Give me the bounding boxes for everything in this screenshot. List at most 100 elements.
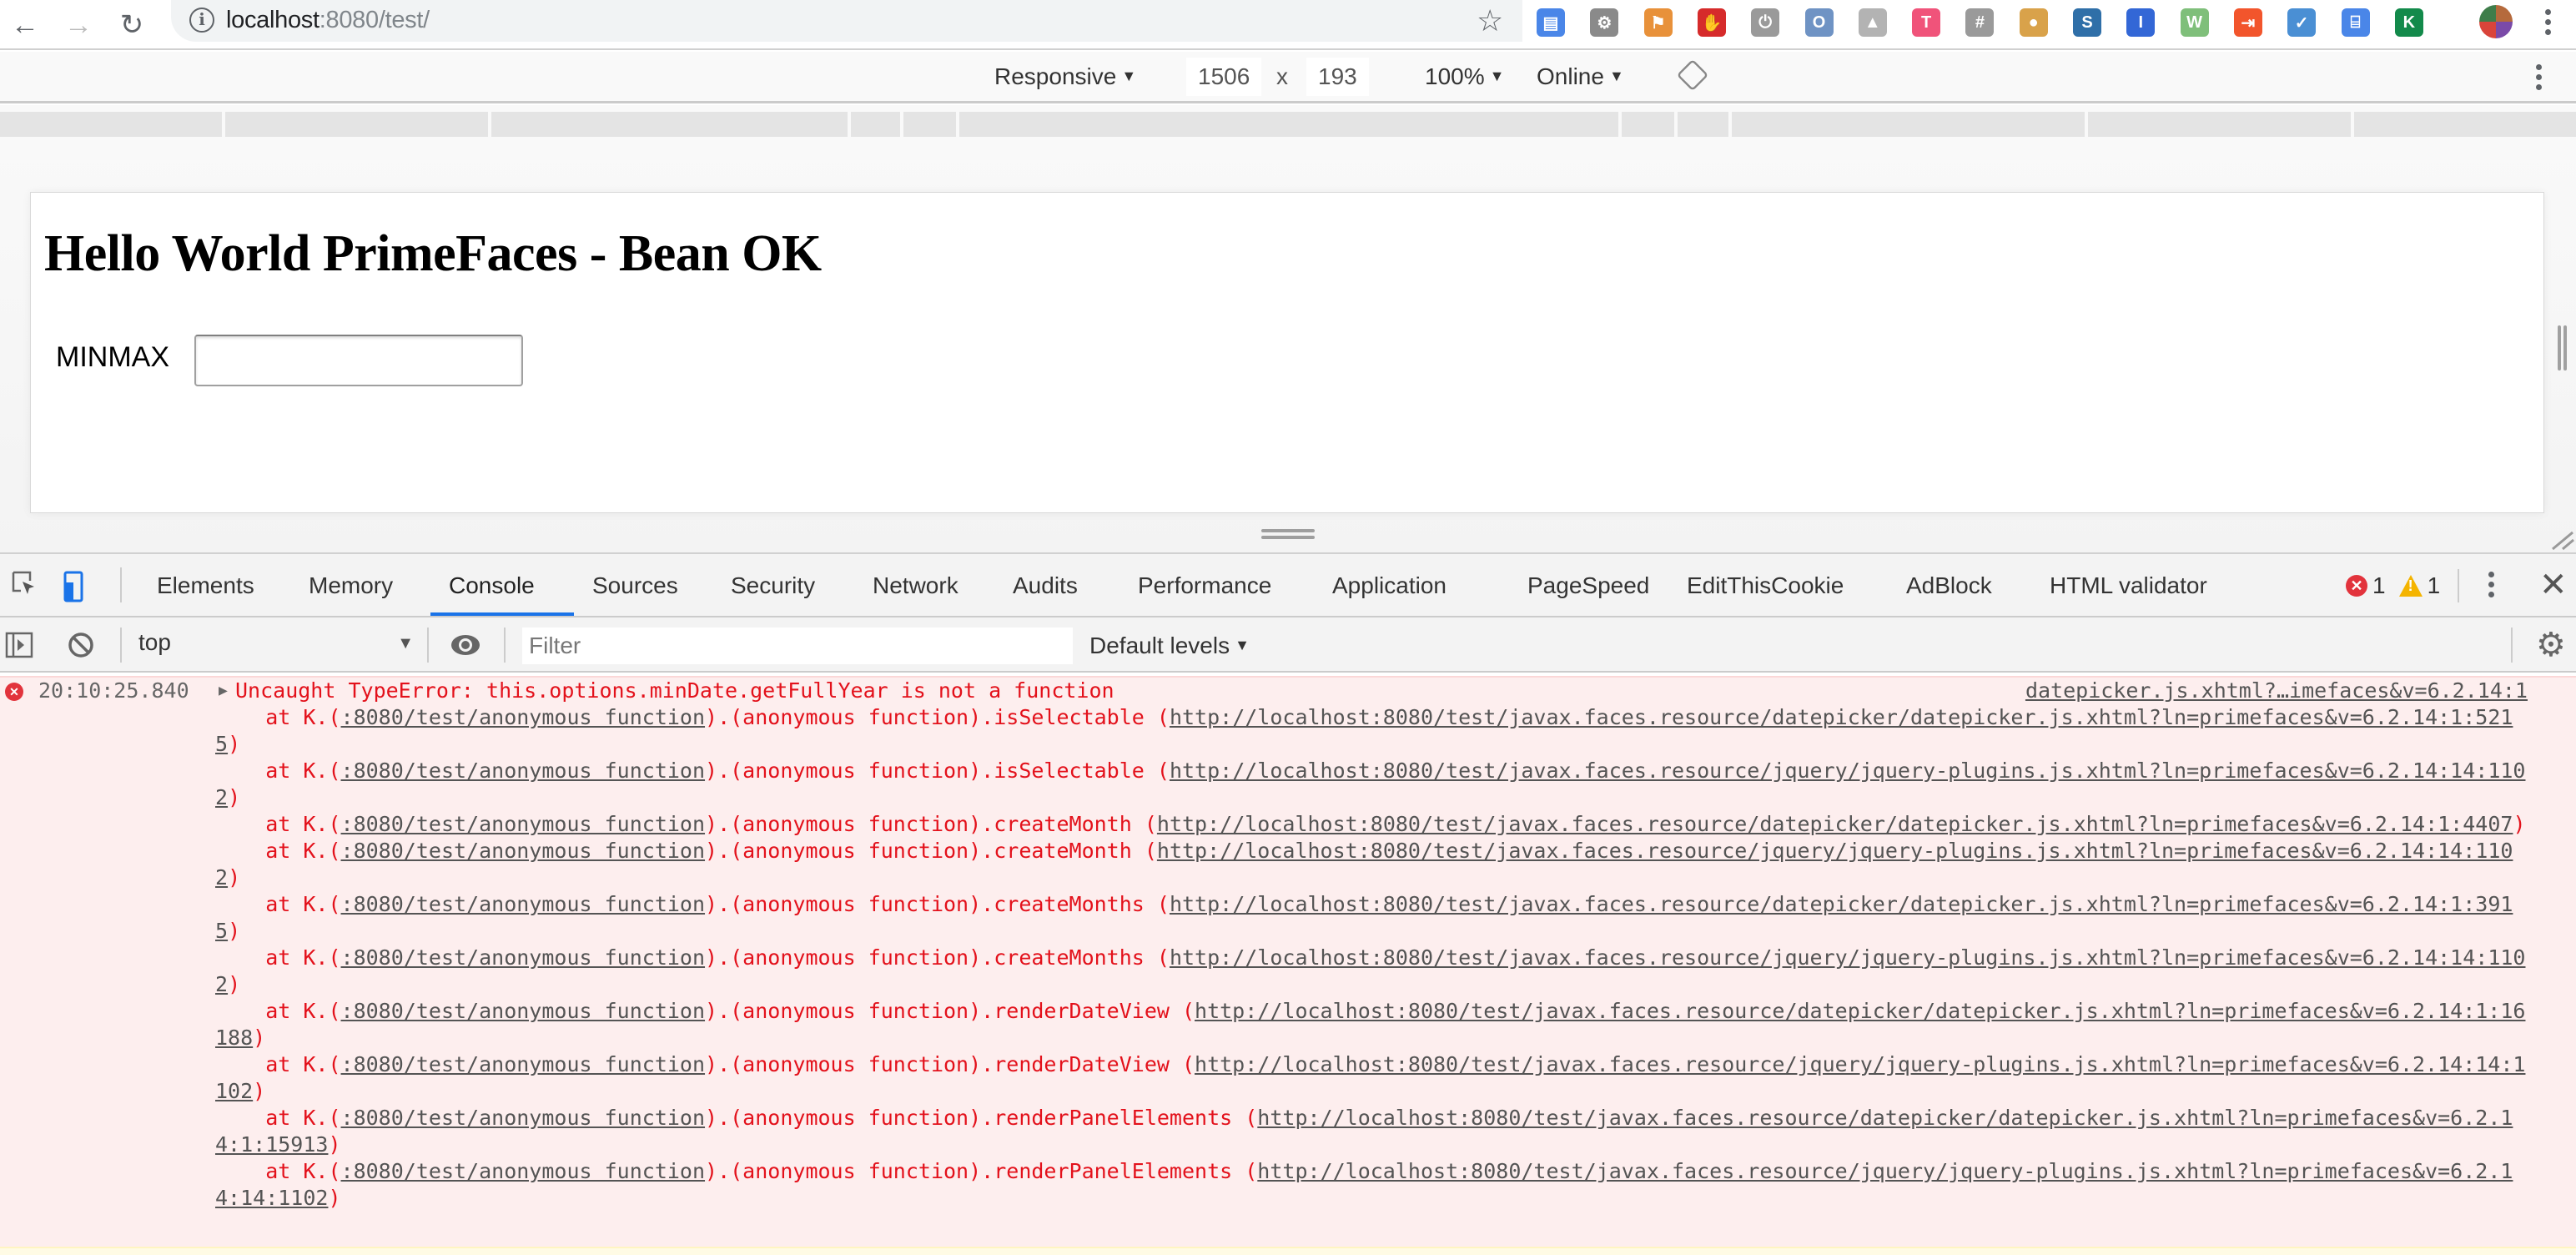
address-bar[interactable]: i localhost:8080/test/ xyxy=(171,0,1522,42)
tag-extension-icon[interactable]: ⌸ xyxy=(2341,8,2370,37)
error-icon: ✕ xyxy=(5,683,23,701)
tab-memory[interactable]: Memory xyxy=(309,572,393,599)
forward-button[interactable]: → xyxy=(58,5,98,45)
media-query-divider xyxy=(848,112,851,137)
error-source-link[interactable]: datepicker.js.xhtml?…imefaces&v=6.2.14:1 xyxy=(2025,678,2528,704)
clear-console-icon[interactable] xyxy=(67,631,95,659)
w-extension-icon[interactable]: W xyxy=(2180,8,2209,37)
frame-function: ).(anonymous function).createMonths ( xyxy=(705,945,1170,970)
viewport-corner-resize-handle[interactable] xyxy=(2549,529,2574,551)
frame-location-link[interactable]: :8080/test/anonymous function xyxy=(341,839,706,863)
tab-audits[interactable]: Audits xyxy=(1013,572,1078,599)
toggl-extension-icon[interactable]: T xyxy=(1912,8,1941,37)
lighthouse-extension-icon[interactable]: I xyxy=(2126,8,2156,37)
cookie-extension-icon[interactable]: ● xyxy=(2019,8,2048,37)
frame-location-link[interactable]: :8080/test/anonymous function xyxy=(341,999,706,1023)
warning-icon xyxy=(2398,575,2423,597)
message-timestamp: 20:10:25.840 xyxy=(38,678,189,703)
tab-sources[interactable]: Sources xyxy=(592,572,678,599)
frame-source-link[interactable]: http://localhost:8080/test/javax.faces.r… xyxy=(1157,812,2513,836)
viewport-width-resize-handle[interactable] xyxy=(2558,325,2569,370)
hashtag-extension-icon[interactable]: # xyxy=(1965,8,1995,37)
chrome-menu-button[interactable] xyxy=(2538,7,2558,40)
url-text[interactable]: localhost:8080/test/ xyxy=(226,7,430,34)
frame-location-link[interactable]: :8080/test/anonymous function xyxy=(341,1106,706,1130)
log-levels-select[interactable]: Default levels ▼ xyxy=(1089,633,1250,659)
throttling-select[interactable]: Online ▼ xyxy=(1537,63,1624,90)
reload-button[interactable]: ↻ xyxy=(112,5,152,45)
tab-console[interactable]: Console xyxy=(449,572,535,599)
caret-down-icon: ▼ xyxy=(1489,68,1505,84)
frame-suffix: ) xyxy=(253,1079,266,1103)
media-query-track[interactable] xyxy=(0,112,2576,137)
error-message-text: Uncaught TypeError: this.options.minDate… xyxy=(235,678,1114,703)
tab-network[interactable]: Network xyxy=(873,572,958,599)
media-query-divider xyxy=(1618,112,1622,137)
close-devtools-icon[interactable]: ✕ xyxy=(2539,566,2568,604)
frame-location-link[interactable]: :8080/test/anonymous function xyxy=(341,759,706,783)
power-extension-icon[interactable]: ⏻ xyxy=(1751,8,1780,37)
frame-suffix: ) xyxy=(228,972,241,996)
tab-pagespeed[interactable]: PageSpeed xyxy=(1527,572,1649,599)
sidebar-toggle-icon[interactable] xyxy=(5,631,33,659)
red-arrow-extension-icon[interactable]: ⇥ xyxy=(2233,8,2262,37)
console-settings-gear-icon[interactable]: ⚙ xyxy=(2536,626,2566,664)
frame-location-link[interactable]: :8080/test/anonymous function xyxy=(341,892,706,916)
json-viewer-extension-icon[interactable]: O xyxy=(1804,8,1834,37)
viewport-height-resize-handle[interactable] xyxy=(1261,529,1315,541)
viewport-height-input[interactable]: 193 xyxy=(1306,58,1369,96)
zoom-select[interactable]: 100% ▼ xyxy=(1425,63,1504,90)
tab-html-validator[interactable]: HTML validator xyxy=(2050,572,2207,599)
frame-location-link[interactable]: :8080/test/anonymous function xyxy=(341,945,706,970)
tab-performance[interactable]: Performance xyxy=(1138,572,1271,599)
frame-prefix: at K.( xyxy=(215,705,341,729)
drive-extension-icon[interactable]: ▲ xyxy=(1858,8,1887,37)
frame-location-link[interactable]: :8080/test/anonymous function xyxy=(341,705,706,729)
checkmark-extension-icon[interactable]: ✓ xyxy=(2287,8,2317,37)
frame-location-link[interactable]: :8080/test/anonymous function xyxy=(341,1159,706,1183)
tab-security[interactable]: Security xyxy=(731,572,815,599)
flag-extension-icon[interactable]: ⚑ xyxy=(1643,8,1673,37)
minmax-date-input[interactable] xyxy=(194,335,523,386)
profile-avatar[interactable] xyxy=(2479,5,2513,38)
frame-function: ).(anonymous function).renderPanelElemen… xyxy=(705,1106,1258,1130)
tab-editthiscookie[interactable]: EditThisCookie xyxy=(1687,572,1844,599)
rotate-icon[interactable] xyxy=(1676,58,1709,92)
zoom-label: 100% xyxy=(1425,63,1485,89)
expand-triangle-icon[interactable]: ▶ xyxy=(219,678,228,704)
separator xyxy=(120,628,122,663)
frame-location-link[interactable]: :8080/test/anonymous function xyxy=(341,812,706,836)
device-toolbar-more-button[interactable] xyxy=(2536,62,2542,94)
adblock-extension-icon[interactable]: ✋ xyxy=(1697,8,1726,37)
stack-frame: at K.(:8080/test/anonymous function).(an… xyxy=(215,811,2534,838)
tab-adblock[interactable]: AdBlock xyxy=(1906,572,1992,599)
media-query-divider xyxy=(1728,112,1732,137)
tab-application[interactable]: Application xyxy=(1332,572,1446,599)
k-extension-icon[interactable]: K xyxy=(2394,8,2423,37)
device-toolbar-toggle-icon[interactable] xyxy=(63,571,83,602)
settings-gear-extension-icon[interactable]: ⚙ xyxy=(1590,8,1619,37)
media-queries-bar[interactable] xyxy=(0,105,2576,144)
inspect-element-icon[interactable] xyxy=(12,571,37,599)
devtools-menu-button[interactable] xyxy=(2488,569,2494,602)
stack-frame: at K.(:8080/test/anonymous function).(an… xyxy=(215,998,2534,1051)
tab-elements[interactable]: Elements xyxy=(157,572,254,599)
console-filter-input[interactable] xyxy=(522,628,1073,664)
viewport-width-input[interactable]: 1506 xyxy=(1186,58,1262,96)
bookmark-star-icon[interactable]: ☆ xyxy=(1477,3,1503,38)
url-host: localhost xyxy=(226,7,319,33)
console-messages: ✕ 20:10:25.840 ▶ Uncaught TypeError: thi… xyxy=(0,673,2576,1255)
context-select[interactable]: top ▼ xyxy=(138,629,414,656)
issues-counter[interactable]: ✕ 1 1 xyxy=(2346,572,2440,599)
s-extension-icon[interactable]: S xyxy=(2073,8,2101,37)
back-button[interactable]: ← xyxy=(5,5,45,45)
device-select[interactable]: Responsive ▼ xyxy=(994,63,1136,90)
site-info-icon[interactable]: i xyxy=(189,8,214,33)
pagespeed-extension-icon[interactable]: ▤ xyxy=(1537,8,1565,37)
live-expression-eye-icon[interactable] xyxy=(449,633,482,658)
stack-frame: at K.(:8080/test/anonymous function).(an… xyxy=(215,758,2534,811)
media-query-divider xyxy=(900,112,903,137)
reload-icon: ↻ xyxy=(119,9,144,41)
frame-location-link[interactable]: :8080/test/anonymous function xyxy=(341,1052,706,1076)
frame-prefix: at K.( xyxy=(215,1106,341,1130)
